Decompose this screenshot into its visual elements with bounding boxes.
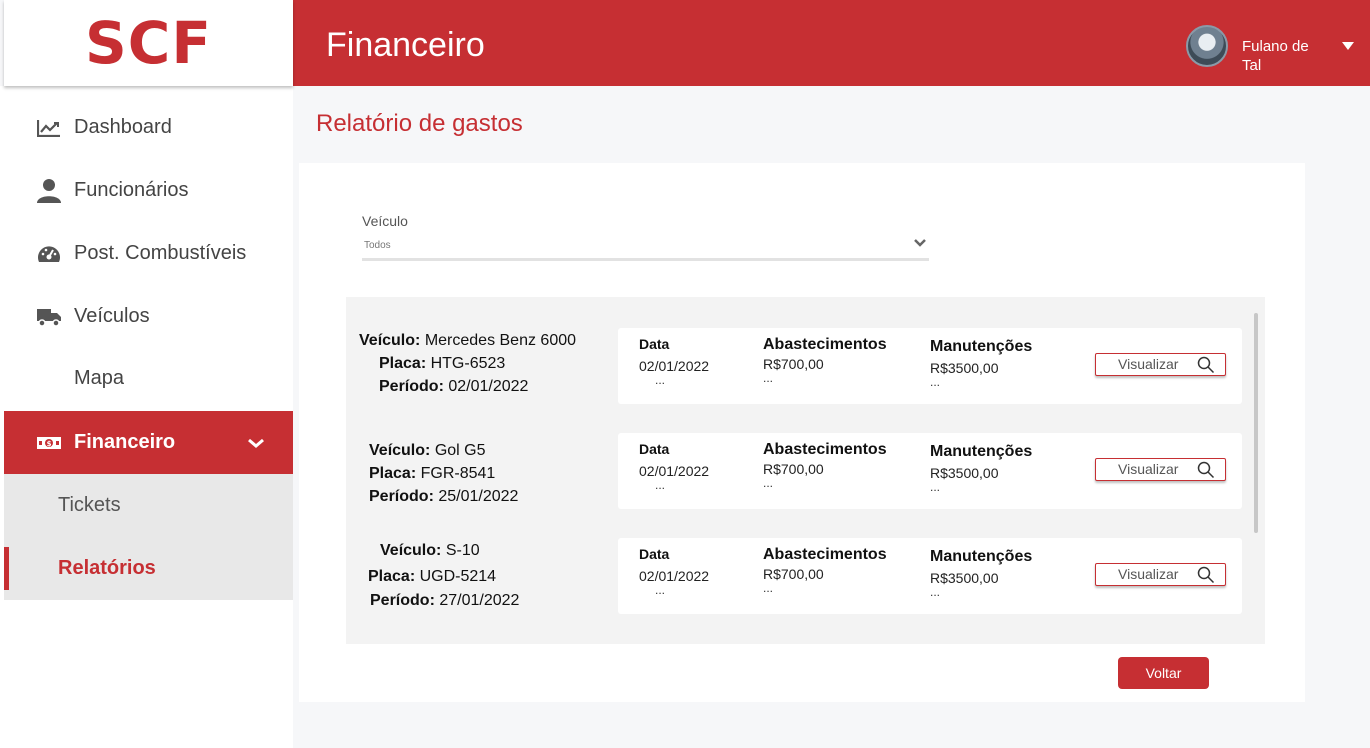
vehicle-line: Veículo: Mercedes Benz 6000: [359, 332, 577, 349]
back-button[interactable]: Voltar: [1118, 657, 1209, 689]
sidebar-subitem-relatorios[interactable]: Relatórios: [4, 537, 293, 600]
maintenance-column: Manutenções R$3500,00 ...: [930, 338, 1033, 389]
view-button[interactable]: Visualizar: [1095, 353, 1226, 376]
user-name[interactable]: Fulano de Tal: [1242, 37, 1322, 75]
money-icon: $: [36, 432, 62, 454]
sidebar-item-funcionarios[interactable]: Funcionários: [4, 159, 293, 222]
report-panel: Veículo Todos Veículo: Mercedes Benz 600…: [299, 163, 1305, 702]
filter-label: Veículo: [362, 213, 408, 229]
search-icon: [1197, 461, 1215, 479]
row-vehicle-info: Veículo: S-10 Placa: UGD-5214 Período: 2…: [368, 539, 519, 612]
svg-text:$: $: [47, 440, 52, 448]
sidebar-item-mapa[interactable]: Mapa: [4, 347, 293, 410]
fuel-column: Abastecimentos R$700,00 ...: [763, 546, 887, 595]
avatar[interactable]: [1186, 25, 1228, 67]
header-title: Financeiro: [326, 26, 485, 64]
report-list: Veículo: Mercedes Benz 6000 Placa: HTG-6…: [346, 297, 1265, 644]
sidebar-item-label: Mapa: [74, 367, 125, 389]
period-line: Período: 27/01/2022: [370, 592, 520, 609]
report-card: Data 02/01/2022 ... Abastecimentos R$700…: [618, 433, 1242, 509]
truck-icon: [36, 306, 62, 328]
plate-line: Placa: HTG-6523: [379, 355, 506, 372]
financeiro-submenu: Tickets Relatórios: [4, 474, 293, 600]
chart-line-icon: [36, 117, 62, 139]
chevron-down-icon: [247, 432, 265, 453]
vehicle-line: Veículo: S-10: [380, 542, 480, 559]
period-line: Período: 02/01/2022: [379, 378, 529, 395]
view-button[interactable]: Visualizar: [1095, 458, 1226, 481]
view-button[interactable]: Visualizar: [1095, 563, 1226, 586]
sidebar-subitem-label: Tickets: [58, 494, 121, 516]
active-indicator: [4, 547, 9, 590]
sidebar-item-label: Post. Combustíveis: [74, 242, 247, 264]
date-column: Data 02/01/2022 ...: [639, 546, 710, 597]
caret-down-icon[interactable]: [1342, 40, 1356, 54]
sidebar-item-label: Dashboard: [74, 116, 172, 138]
vehicle-select-value: Todos: [364, 240, 391, 251]
date-column: Data 02/01/2022 ...: [639, 441, 710, 492]
sidebar-item-financeiro[interactable]: $ Financeiro: [4, 411, 293, 474]
plate-line: Placa: FGR-8541: [369, 465, 496, 482]
plate-line: Placa: UGD-5214: [368, 568, 497, 585]
fuel-column: Abastecimentos R$700,00 ...: [763, 336, 887, 385]
scrollbar[interactable]: [1254, 313, 1258, 533]
sidebar-subitem-label: Relatórios: [58, 557, 156, 579]
sidebar-item-post-combustiveis[interactable]: Post. Combustíveis: [4, 222, 293, 285]
gauge-icon: [36, 243, 62, 265]
app-logo: SCF: [85, 9, 212, 77]
vehicle-select[interactable]: Todos: [362, 233, 929, 261]
search-icon: [1197, 566, 1215, 584]
page-title: Relatório de gastos: [316, 110, 523, 137]
top-header: Financeiro Fulano de Tal: [293, 0, 1370, 86]
sidebar-item-veiculos[interactable]: Veículos: [4, 285, 293, 348]
vehicle-line: Veículo: Gol G5: [369, 442, 486, 459]
row-vehicle-info: Veículo: Gol G5 Placa: FGR-8541 Período:…: [369, 439, 518, 508]
report-card: Data 02/01/2022 ... Abastecimentos R$700…: [618, 538, 1242, 614]
user-icon: [36, 178, 62, 203]
search-icon: [1197, 356, 1215, 374]
period-line: Período: 25/01/2022: [369, 488, 519, 505]
sidebar-item-dashboard[interactable]: Dashboard: [4, 96, 293, 159]
report-card: Data 02/01/2022 ... Abastecimentos R$700…: [618, 328, 1242, 404]
maintenance-column: Manutenções R$3500,00 ...: [930, 548, 1033, 599]
fuel-column: Abastecimentos R$700,00 ...: [763, 441, 887, 490]
sidebar-item-label: Financeiro: [74, 431, 176, 453]
chevron-down-icon: [913, 235, 929, 247]
row-vehicle-info: Veículo: Mercedes Benz 6000 Placa: HTG-6…: [359, 329, 576, 398]
sidebar-item-label: Veículos: [74, 305, 150, 327]
maintenance-column: Manutenções R$3500,00 ...: [930, 443, 1033, 494]
date-column: Data 02/01/2022 ...: [639, 336, 710, 387]
logo-box: SCF: [4, 0, 293, 86]
sidebar-subitem-tickets[interactable]: Tickets: [4, 474, 293, 537]
sidebar-item-label: Funcionários: [74, 179, 189, 201]
